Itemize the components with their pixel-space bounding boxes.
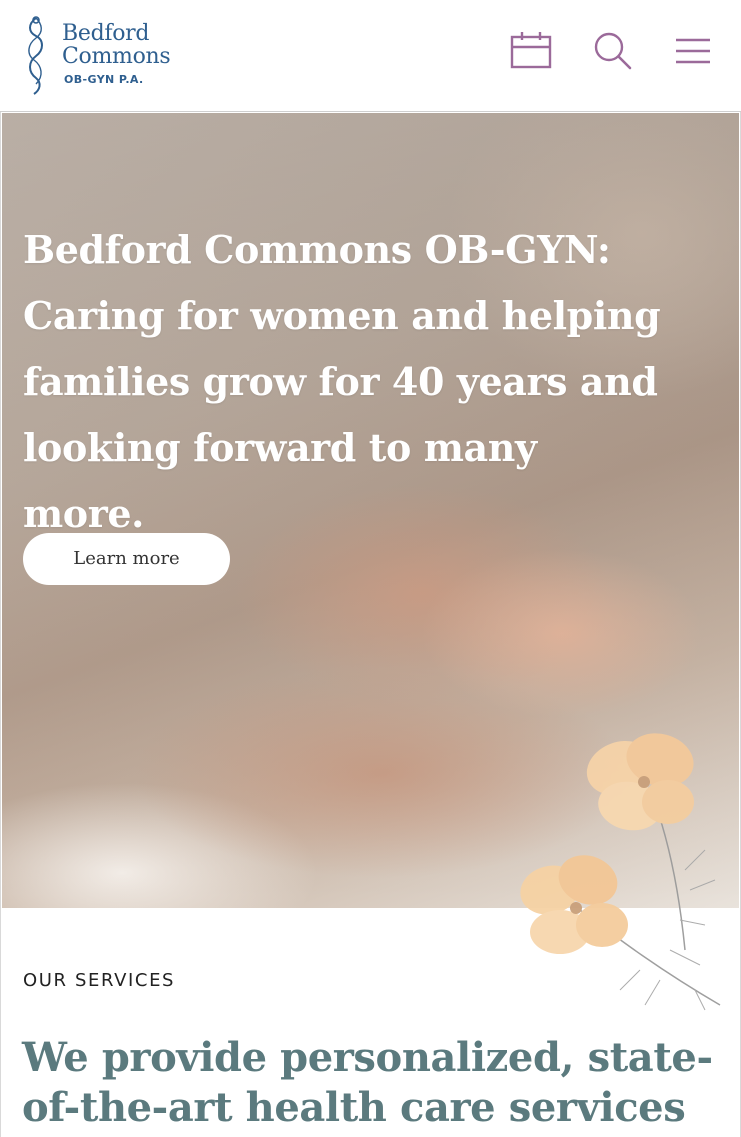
services-heading: We provide personalized, state-of-the-ar…: [22, 1034, 713, 1137]
site-logo[interactable]: Bedford Commons OB-GYN P.A.: [22, 14, 197, 96]
hamburger-menu-icon[interactable]: [670, 28, 716, 74]
pressed-flowers-decoration: [520, 733, 721, 1011]
hero-headline: Bedford Commons OB-GYN: Caring for women…: [23, 227, 661, 536]
learn-more-button[interactable]: Learn more: [23, 533, 230, 585]
logo-figure-icon: [28, 16, 43, 95]
site-header: Bedford Commons OB-GYN P.A.: [0, 0, 741, 112]
logo-name-line1: Bedford: [62, 21, 150, 46]
search-icon[interactable]: [590, 28, 636, 74]
logo-subtitle: OB-GYN P.A.: [64, 73, 144, 86]
logo-name-line2: Commons: [62, 44, 171, 69]
logo-name: Bedford Commons: [62, 21, 171, 69]
services-eyebrow: OUR SERVICES: [23, 970, 176, 991]
calendar-icon[interactable]: [508, 28, 554, 74]
